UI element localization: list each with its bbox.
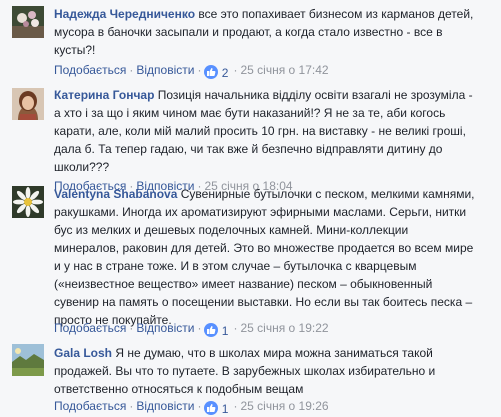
comment-actions: Подобається · Відповісти · 1 · 25 січня о 19:…: [54, 398, 329, 417]
comment-line: («неизвестное вещество» имеет название) …: [54, 277, 433, 291]
comment-line: школи???: [54, 160, 110, 174]
comment-text: Сувенирные бутылочки с песком, мелкими к…: [180, 187, 475, 201]
separator-dot: ·: [233, 321, 238, 335]
comment-line: Надежда Чередниченко все это попахивает …: [54, 5, 492, 23]
comment-line: а хто і за що і яким чином має бути нака…: [54, 106, 446, 120]
comment-actions: Подобається · Відповісти · 2 · 25 січня о 17:…: [54, 62, 329, 81]
comment-line: и у нас в стране тоже. И в этом случае –…: [54, 259, 417, 273]
comment-line: карати, але, коли мій малий просить 10 г…: [54, 124, 466, 138]
comment-text: Я не думаю, что в школах мира можна зани…: [115, 346, 433, 360]
landscape-photo-avatar[interactable]: [12, 344, 44, 376]
like-reaction-icon: [204, 401, 219, 415]
comment-line: кусты?!: [54, 43, 96, 57]
comment-body: Valentyna Shabanova Сувенирные бутылочки…: [54, 185, 492, 329]
like-reaction-icon: [204, 65, 219, 79]
comment-line: Valentyna Shabanova Сувенирные бутылочки…: [54, 185, 492, 203]
reply-link[interactable]: Відповісти: [136, 321, 194, 335]
comment-actions: Подобається · Відповісти · 1 · 25 січня о 19:…: [54, 320, 329, 339]
separator-dot: ·: [129, 399, 134, 413]
comment-author[interactable]: Надежда Чередниченко: [54, 7, 195, 21]
reaction-count: 2: [221, 66, 229, 80]
comment-line: сувенир на память о посещении выставки. …: [54, 295, 473, 309]
like-link[interactable]: Подобається: [54, 63, 126, 77]
comment-line: дала б. Та тепер гадаю, чи так вже й без…: [54, 142, 443, 156]
reactions[interactable]: 2: [204, 65, 228, 81]
separator-dot: ·: [197, 399, 202, 413]
reaction-count: 1: [221, 324, 229, 338]
separator-dot: ·: [233, 63, 238, 77]
comment-timestamp[interactable]: 25 січня о 17:42: [240, 63, 328, 77]
reply-link[interactable]: Відповісти: [136, 399, 194, 413]
comment-body: Катерина Гончар Позиція начальника відді…: [54, 86, 492, 176]
comment-timestamp[interactable]: 25 січня о 19:26: [240, 399, 328, 413]
comment-body: Надежда Чередниченко все это попахивает …: [54, 5, 492, 59]
like-link[interactable]: Подобається: [54, 399, 126, 413]
comment-author[interactable]: Катерина Гончар: [54, 88, 154, 102]
comment-line: Катерина Гончар Позиція начальника відді…: [54, 86, 492, 104]
comment-line: продажей. Вы что то путаете. В зарубежны…: [54, 364, 436, 378]
reactions[interactable]: 1: [204, 323, 228, 339]
comment-author[interactable]: Gala Losh: [54, 346, 112, 360]
like-link[interactable]: Подобається: [54, 321, 126, 335]
comment-line: ракушками. Иногда их ароматизируют эфирн…: [54, 205, 467, 219]
comment-text: все это попахивает бизнесом из карманов …: [198, 7, 474, 21]
separator-dot: ·: [233, 399, 238, 413]
daisy-photo-avatar[interactable]: [12, 186, 44, 218]
separator-dot: ·: [129, 321, 134, 335]
separator-dot: ·: [197, 321, 202, 335]
comment-line: мусора в баночки засыпали и продают, а к…: [54, 25, 443, 39]
reply-link[interactable]: Відповісти: [136, 63, 194, 77]
comment-body: Gala Losh Я не думаю, что в школах мира …: [54, 344, 492, 398]
comment-line: Gala Losh Я не думаю, что в школах мира …: [54, 344, 492, 362]
comment-author[interactable]: Valentyna Shabanova: [54, 187, 177, 201]
comment-line: бус из мелких и дешевых поделочных камне…: [54, 223, 409, 237]
comment-text: Позиція начальника відділу освіти взагал…: [157, 88, 473, 102]
woman-portrait-avatar[interactable]: [12, 88, 44, 120]
reaction-count: 1: [221, 402, 229, 416]
like-reaction-icon: [204, 323, 219, 337]
separator-dot: ·: [197, 63, 202, 77]
comment-line: ответственно относяться к подобным вещам: [54, 382, 304, 396]
comment-line: минералов, раковин для детей. Это во мно…: [54, 241, 474, 255]
comment-timestamp[interactable]: 25 січня о 19:22: [240, 321, 328, 335]
flower-photo-avatar[interactable]: [12, 6, 44, 38]
separator-dot: ·: [129, 63, 134, 77]
